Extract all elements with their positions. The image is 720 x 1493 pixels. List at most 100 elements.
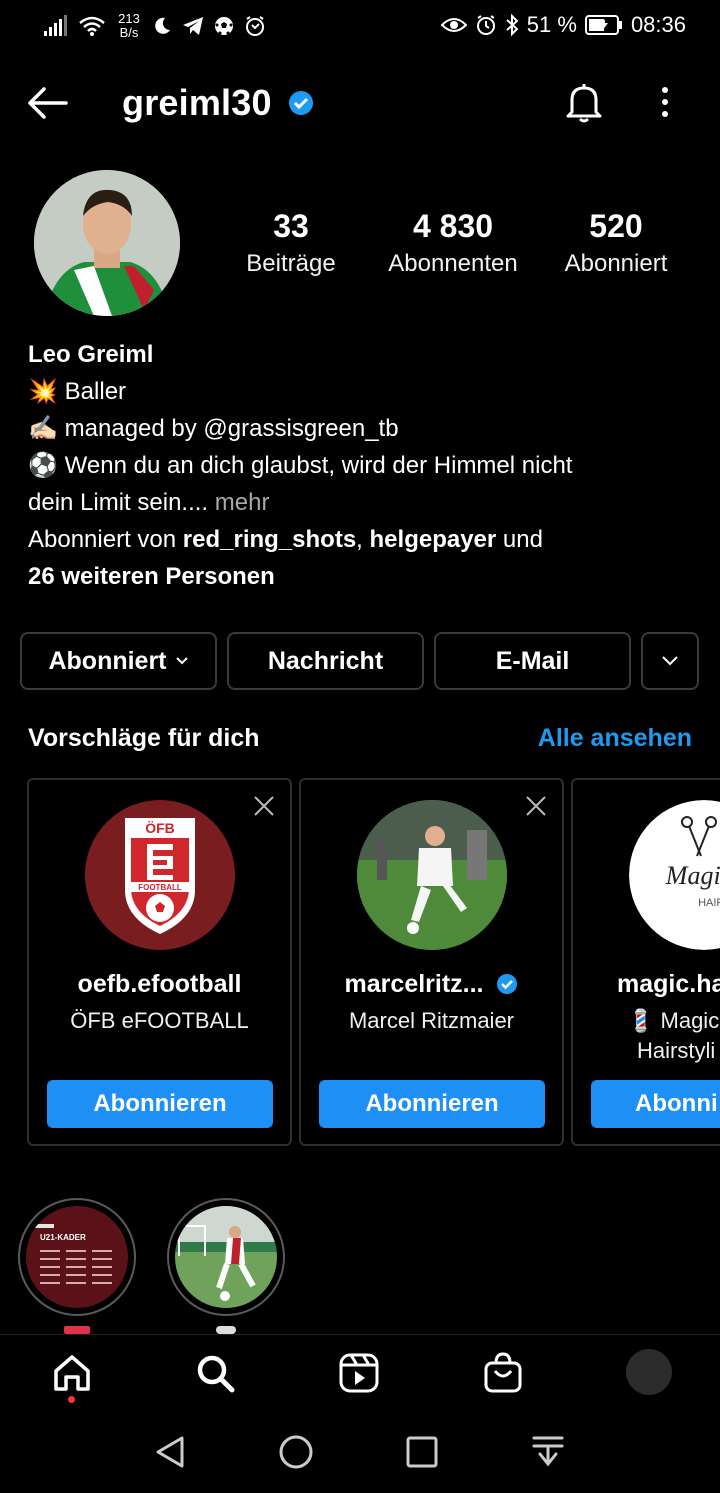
oefb-efootball-logo: ÖFB FOOTBALL [85,800,235,950]
stat-followers[interactable]: 4 830 Abonnenten [378,206,528,282]
home-icon [54,1355,90,1391]
svg-text:HAIRSTYL: HAIRSTYL [698,897,720,909]
stat-following-label: Abonniert [564,250,668,277]
search-icon [197,1355,235,1393]
suggestion-card[interactable]: ÖFB FOOTBALL oefb.efootball ÖFB eFOOTBAL… [27,778,292,1146]
dismiss-suggestion-button[interactable] [524,794,548,823]
eye-icon [440,16,467,34]
notifications-button[interactable] [564,82,604,129]
suggestion-avatar[interactable]: ÖFB FOOTBALL [85,800,235,950]
kebab-menu-icon [662,87,668,117]
back-arrow-icon [28,87,68,119]
svg-text:U21-KADER: U21-KADER [40,1233,86,1242]
nav-search[interactable] [193,1351,237,1400]
close-icon [254,796,274,816]
profile-avatar[interactable] [34,170,180,316]
clock-time: 08:36 [630,12,686,37]
bio-line: dein Limit sein.... mehr [28,489,270,516]
recents-square-icon [406,1436,438,1468]
svg-text:Magic: Magic [665,861,720,890]
bio-mention-link[interactable]: managed by @grassisgreen_tb [65,415,399,442]
stat-followers-value: 4 830 [412,208,494,244]
suggestion-avatar[interactable] [357,800,507,950]
email-button[interactable]: E-Mail [434,632,631,690]
system-navigation-bar [0,1412,720,1493]
network-speed: 213 B/s [118,11,140,40]
suggestion-username[interactable]: marcelritz... [301,970,562,999]
telegram-icon [182,16,204,36]
follow-button[interactable]: Abonnieren [319,1080,545,1128]
suggestions-toggle-button[interactable] [641,632,699,690]
suggestion-card[interactable]: marcelritz... Marcel Ritzmaier Abonniere… [299,778,564,1146]
highlight-cover-u21: U21-KADER [26,1206,128,1308]
chevron-down-icon [662,656,678,666]
see-all-link[interactable]: Alle ansehen [538,724,692,753]
profile-avatar-small [626,1349,672,1395]
stat-following[interactable]: 520 Abonniert [554,206,678,282]
system-home-button[interactable] [278,1434,314,1475]
nav-profile[interactable] [626,1349,672,1395]
follow-button[interactable]: Abonni [591,1080,720,1128]
svg-text:ÖFB: ÖFB [145,820,175,836]
svg-text:FOOTBALL: FOOTBALL [138,883,182,892]
dismiss-suggestion-button[interactable] [252,794,276,823]
bio-line: ⚽ Wenn du an dich glaubst, wird der Himm… [28,447,698,484]
followed-by-more[interactable]: 26 weiteren Personen [28,558,698,595]
reels-icon [339,1353,379,1393]
suggestions-title: Vorschläge für dich [28,724,260,752]
header-username: greiml30 [122,82,272,123]
nav-shop[interactable] [481,1351,525,1400]
nav-reels[interactable] [337,1351,381,1400]
signal-icon [44,15,68,37]
suggestion-fullname: ÖFB eFOOTBALL [70,1008,249,1033]
suggestion-username[interactable]: magic.ha [617,970,720,999]
nav-home[interactable] [50,1351,94,1400]
story-highlight[interactable]: U21-KADER [18,1198,136,1316]
profile-bio: Leo Greiml 💥 Baller ✍🏻 managed by @grass… [28,336,698,595]
profile-photo [34,170,180,316]
highlight-label-emoji [216,1326,236,1334]
suggestion-fullname: 💈 Magic Hairstyli [627,1008,720,1063]
alarm-icon [244,15,266,37]
magic-hairstyle-logo: Magic HAIRSTYL [629,800,720,950]
moon-icon [152,16,172,36]
more-options-button[interactable] [650,84,680,125]
bluetooth-icon [505,14,519,36]
shop-icon [484,1352,522,1393]
follow-button[interactable]: Abonnieren [47,1080,273,1128]
soccer-emoji-icon: ⚽ [28,452,58,479]
following-dropdown-button[interactable]: Abonniert [20,632,217,690]
clock-icon [475,14,497,36]
chevron-down-icon [175,657,188,665]
bio-line: ✍🏻 managed by @grassisgreen_tb [28,410,698,447]
system-recents-button[interactable] [404,1434,440,1475]
battery-percent: 51 % [526,12,577,37]
profile-name: Leo Greiml [28,341,154,368]
stat-following-value: 520 [589,208,643,244]
status-bar: 213 B/s 51 % 08:36 [0,0,720,56]
stat-posts[interactable]: 33 Beiträge [238,206,344,282]
bell-icon [566,84,602,123]
system-back-button[interactable] [152,1434,188,1475]
system-notification-button[interactable] [530,1434,566,1475]
stat-posts-label: Beiträge [246,250,336,277]
notification-pull-icon [532,1436,564,1467]
bio-line: 💥 Baller [28,373,698,410]
message-button[interactable]: Nachricht [227,632,424,690]
bio-more-link[interactable]: mehr [215,489,270,516]
back-button[interactable] [26,86,70,122]
highlight-label-emoji [64,1326,90,1334]
followed-by-line[interactable]: Abonniert von red_ring_shots, helgepayer… [28,521,698,558]
wifi-icon [78,15,106,37]
suggestion-avatar[interactable]: Magic HAIRSTYL [629,800,720,950]
suggestion-fullname: Marcel Ritzmaier [348,1008,515,1033]
suggestion-card[interactable]: Magic HAIRSTYL magic.ha 💈 Magic Hairstyl… [571,778,720,1146]
notification-dot [68,1396,75,1403]
suggestion-username[interactable]: oefb.efootball [29,970,290,999]
soccer-ball-icon [214,16,234,36]
stat-posts-value: 33 [273,208,309,244]
home-circle-icon [279,1435,313,1469]
stat-followers-label: Abonnenten [388,250,518,277]
bottom-navigation [0,1334,720,1412]
story-highlight[interactable] [167,1198,285,1316]
